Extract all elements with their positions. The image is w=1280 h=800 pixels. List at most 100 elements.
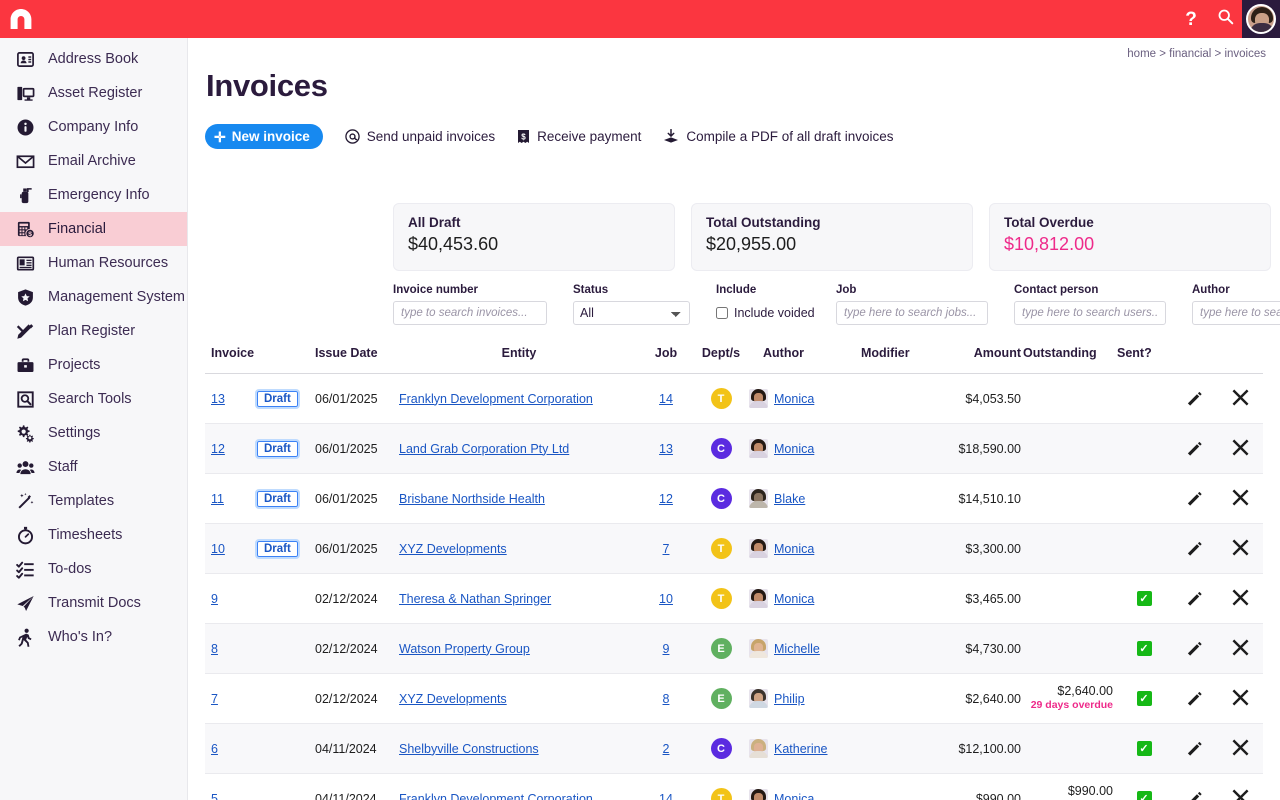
include-voided-label[interactable]: Include voided: [734, 306, 815, 320]
table-row[interactable]: 11 Draft 06/01/2025 Brisbane Northside Heal…: [205, 474, 1263, 524]
pencil-icon[interactable]: [1186, 389, 1203, 406]
sidebar-item-company-info[interactable]: Company Info: [0, 110, 187, 144]
table-row[interactable]: 10 Draft 06/01/2025 XYZ Developments 7 T Monic…: [205, 523, 1263, 574]
close-x-icon[interactable]: [1231, 688, 1250, 707]
header-author[interactable]: Author: [749, 346, 861, 374]
sidebar-item-human-resources[interactable]: Human Resources: [0, 246, 187, 280]
table-row[interactable]: 6 04/11/2024 Shelbyville Constructions 2 C Ka…: [205, 723, 1263, 774]
invoice-number-link[interactable]: 5: [211, 792, 218, 800]
pencil-icon[interactable]: [1186, 789, 1203, 800]
author-link[interactable]: Philip: [774, 692, 805, 706]
sidebar-item-financial[interactable]: $ Financial: [0, 212, 187, 246]
invoice-number-link[interactable]: 7: [211, 692, 218, 706]
dept-badge[interactable]: C: [710, 738, 732, 759]
header-depts[interactable]: Dept/s: [693, 346, 749, 374]
sidebar-item-management-system[interactable]: Management System: [0, 280, 187, 314]
pencil-icon[interactable]: [1186, 589, 1203, 606]
sidebar-item-who-s-in[interactable]: Who's In?: [0, 620, 187, 654]
sidebar-item-address-book[interactable]: Address Book: [0, 42, 187, 76]
close-x-icon[interactable]: [1231, 788, 1250, 800]
invoice-number-link[interactable]: 12: [211, 442, 225, 456]
include-voided-checkbox[interactable]: [716, 307, 728, 319]
company-logo[interactable]: [0, 0, 42, 38]
pencil-icon[interactable]: [1186, 489, 1203, 506]
invoice-number-link[interactable]: 6: [211, 742, 218, 756]
sidebar-item-projects[interactable]: Projects: [0, 348, 187, 382]
table-row[interactable]: 8 02/12/2024 Watson Property Group 9 E Michel…: [205, 623, 1263, 674]
close-x-icon[interactable]: [1231, 438, 1250, 457]
entity-link[interactable]: Theresa & Nathan Springer: [399, 592, 551, 606]
job-link[interactable]: 7: [663, 542, 670, 556]
dept-badge[interactable]: C: [710, 488, 732, 509]
table-row[interactable]: 5 04/11/2024 Franklyn Development Corporat…: [205, 774, 1263, 800]
invoice-number-link[interactable]: 11: [211, 492, 224, 506]
pencil-icon[interactable]: [1186, 739, 1203, 756]
table-row[interactable]: 12 Draft 06/01/2025 Land Grab Corporation P…: [205, 423, 1263, 474]
dept-badge[interactable]: E: [710, 688, 732, 709]
sidebar-item-settings[interactable]: Settings: [0, 416, 187, 450]
sidebar-item-asset-register[interactable]: Asset Register: [0, 76, 187, 110]
entity-link[interactable]: Shelbyville Constructions: [399, 742, 539, 756]
job-link[interactable]: 14: [659, 792, 673, 800]
entity-link[interactable]: XYZ Developments: [399, 692, 507, 706]
author-link[interactable]: Blake: [774, 492, 805, 506]
sidebar-item-search-tools[interactable]: Search Tools: [0, 382, 187, 416]
sidebar-item-emergency-info[interactable]: Emergency Info: [0, 178, 187, 212]
entity-link[interactable]: XYZ Developments: [399, 542, 507, 556]
author-link[interactable]: Monica: [774, 392, 814, 406]
sidebar-item-staff[interactable]: Staff: [0, 450, 187, 484]
send-unpaid-invoices-button[interactable]: Send unpaid invoices: [345, 129, 495, 144]
header-issue-date[interactable]: Issue Date: [315, 346, 399, 374]
job-link[interactable]: 8: [663, 692, 670, 706]
job-link[interactable]: 13: [659, 442, 673, 456]
entity-link[interactable]: Franklyn Development Corporation: [399, 792, 593, 800]
user-avatar[interactable]: [1242, 0, 1280, 38]
header-outstanding[interactable]: Outstanding: [1021, 346, 1117, 374]
dept-badge[interactable]: T: [710, 538, 732, 559]
pencil-icon[interactable]: [1186, 639, 1203, 656]
close-x-icon[interactable]: [1231, 588, 1250, 607]
author-link[interactable]: Katherine: [774, 742, 828, 756]
entity-link[interactable]: Watson Property Group: [399, 642, 530, 656]
contact-person-input[interactable]: [1014, 301, 1166, 325]
sidebar-item-timesheets[interactable]: Timesheets: [0, 518, 187, 552]
header-invoice[interactable]: Invoice: [205, 346, 257, 374]
invoice-number-link[interactable]: 8: [211, 642, 218, 656]
dept-badge[interactable]: T: [710, 588, 732, 609]
sidebar-item-templates[interactable]: Templates: [0, 484, 187, 518]
pencil-icon[interactable]: [1186, 539, 1203, 556]
dept-badge[interactable]: T: [710, 388, 732, 409]
sidebar-item-to-dos[interactable]: To-dos: [0, 552, 187, 586]
pencil-icon[interactable]: [1186, 689, 1203, 706]
close-x-icon[interactable]: [1231, 488, 1250, 507]
close-x-icon[interactable]: [1231, 388, 1250, 407]
breadcrumb[interactable]: home > financial > invoices: [1127, 48, 1266, 60]
job-link[interactable]: 10: [659, 592, 673, 606]
job-link[interactable]: 12: [659, 492, 673, 506]
pencil-icon[interactable]: [1186, 439, 1203, 456]
compile-pdf-button[interactable]: Compile a PDF of all draft invoices: [663, 129, 894, 144]
search-button[interactable]: [1208, 0, 1242, 38]
entity-link[interactable]: Land Grab Corporation Pty Ltd: [399, 442, 569, 456]
job-link[interactable]: 9: [663, 642, 670, 656]
close-x-icon[interactable]: [1231, 538, 1250, 557]
invoice-number-input[interactable]: [393, 301, 547, 325]
table-row[interactable]: 7 02/12/2024 XYZ Developments 8 E Philip $2,64…: [205, 674, 1263, 724]
sidebar-item-plan-register[interactable]: Plan Register: [0, 314, 187, 348]
job-input[interactable]: [836, 301, 988, 325]
receive-payment-button[interactable]: $ Receive payment: [517, 129, 641, 144]
author-input[interactable]: [1192, 301, 1280, 325]
close-x-icon[interactable]: [1231, 738, 1250, 757]
help-button[interactable]: ?: [1174, 0, 1208, 38]
author-link[interactable]: Monica: [774, 792, 814, 800]
header-modifier[interactable]: Modifier: [861, 346, 935, 374]
invoice-number-link[interactable]: 9: [211, 592, 218, 606]
sidebar-item-email-archive[interactable]: Email Archive: [0, 144, 187, 178]
header-amount[interactable]: Amount: [935, 346, 1021, 374]
entity-link[interactable]: Brisbane Northside Health: [399, 492, 545, 506]
invoice-number-link[interactable]: 10: [211, 542, 225, 556]
author-link[interactable]: Monica: [774, 442, 814, 456]
author-link[interactable]: Monica: [774, 542, 814, 556]
dept-badge[interactable]: T: [710, 788, 732, 800]
entity-link[interactable]: Franklyn Development Corporation: [399, 392, 593, 406]
